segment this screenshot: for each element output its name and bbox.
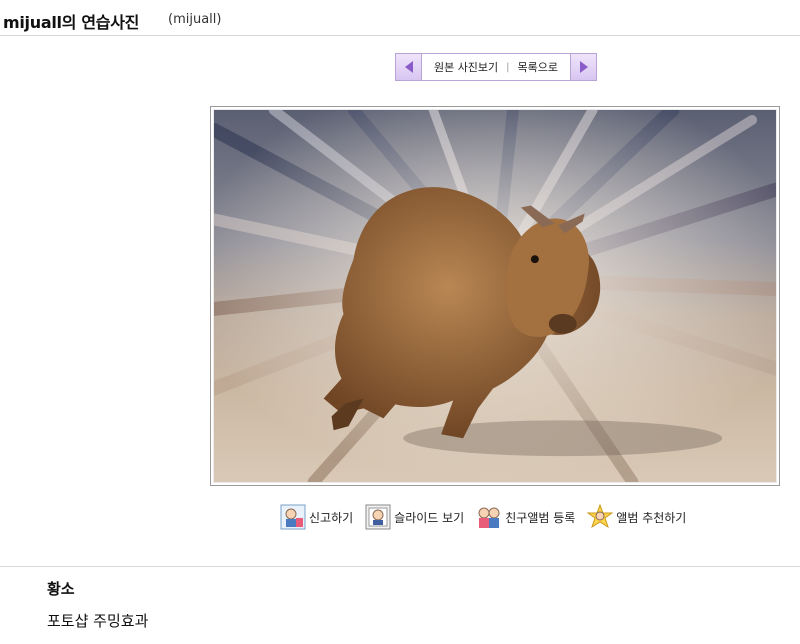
photo-actions: 신고하기 슬라이드 보기 친구앨범 등록 앨범 추천하기 — [280, 503, 698, 531]
section-divider — [0, 566, 800, 567]
friend-album-label: 친구앨범 등록 — [505, 510, 576, 525]
friend-album-icon — [478, 507, 500, 528]
bull-photo-image — [214, 110, 776, 482]
main-photo[interactable] — [213, 109, 777, 483]
nav-separator: | — [506, 61, 510, 73]
slideshow-icon — [365, 504, 391, 530]
recommend-icon — [587, 504, 614, 529]
report-label: 신고하기 — [309, 510, 354, 525]
report-button[interactable]: 신고하기 — [280, 504, 353, 530]
album-owner: (mijuall) — [168, 12, 222, 27]
recommend-button[interactable]: 앨범 추천하기 — [587, 504, 686, 530]
previous-photo-button[interactable] — [396, 54, 422, 80]
photo-frame — [210, 106, 780, 486]
nav-links: 원본 사진보기 | 목록으로 — [422, 59, 570, 75]
arrow-left-icon — [404, 61, 413, 73]
next-photo-button[interactable] — [570, 54, 596, 80]
slideshow-label: 슬라이드 보기 — [394, 510, 465, 525]
back-to-list-link[interactable]: 목록으로 — [518, 59, 558, 75]
album-title: mijuall의 연습사진 — [3, 13, 140, 32]
arrow-right-icon — [579, 61, 588, 73]
photo-title: 황소 — [47, 580, 75, 598]
report-icon — [280, 504, 306, 530]
photo-description: 포토샵 주밍효과 — [47, 612, 149, 630]
slideshow-button[interactable]: 슬라이드 보기 — [365, 504, 464, 530]
photo-navigation: 원본 사진보기 | 목록으로 — [395, 53, 597, 81]
friend-album-button[interactable]: 친구앨범 등록 — [476, 504, 575, 530]
recommend-label: 앨범 추천하기 — [616, 510, 687, 525]
page-header: mijuall의 연습사진 (mijuall) — [0, 0, 800, 36]
view-original-link[interactable]: 원본 사진보기 — [434, 59, 498, 75]
